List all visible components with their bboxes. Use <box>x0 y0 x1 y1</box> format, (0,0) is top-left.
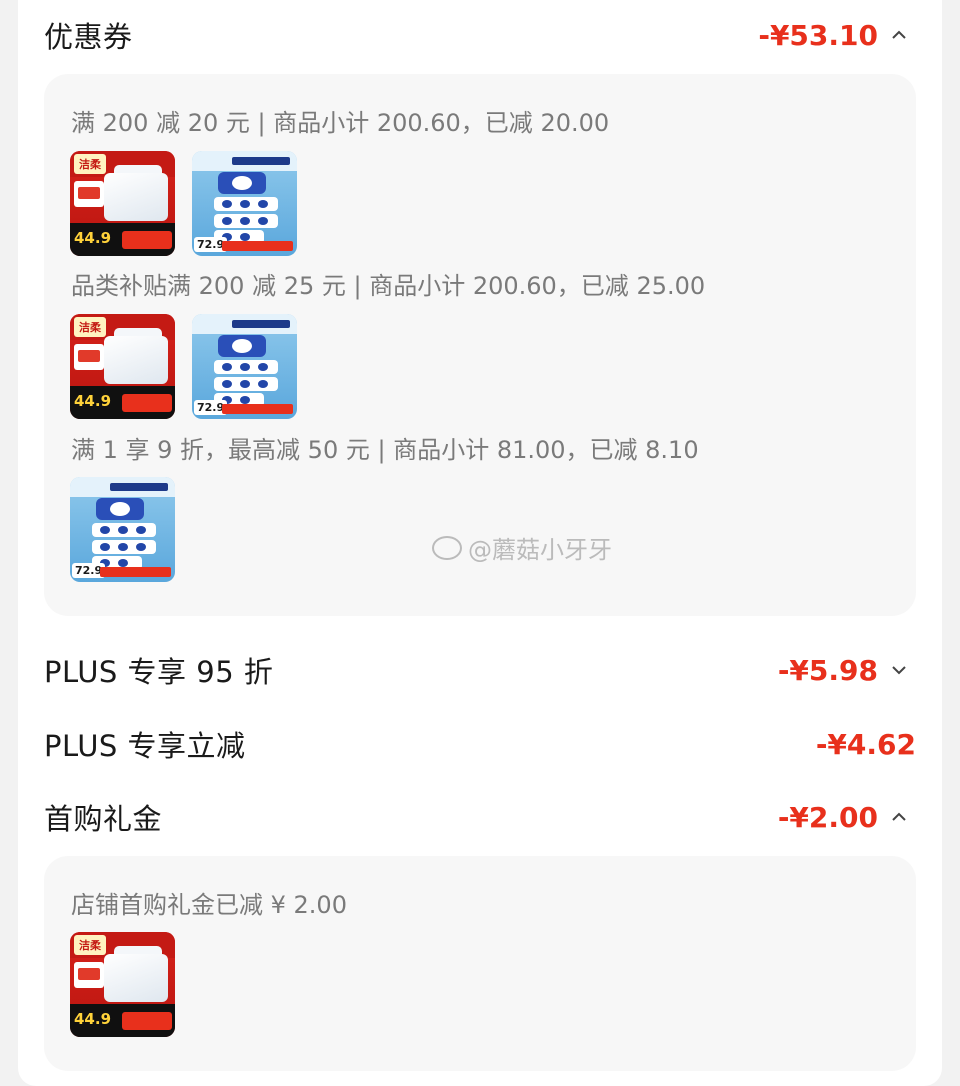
chevron-down-icon[interactable] <box>882 656 916 684</box>
coupon-rule-text: 品类补贴满 200 减 25 元 | 商品小计 200.60，已减 25.00 <box>71 272 706 300</box>
coupon-amount: -¥53.10 <box>758 18 878 52</box>
product-thumbnail[interactable]: 72.9 <box>192 151 297 256</box>
coupon-rule-products: 洁柔 44.9 72.9 <box>70 151 297 256</box>
first-purchase-amount: -¥2.00 <box>777 800 878 834</box>
plus-discount-row[interactable]: PLUS 专享 95 折 -¥5.98 <box>44 640 916 700</box>
chevron-up-icon[interactable] <box>882 803 916 831</box>
coupon-rule-text: 满 1 享 9 折，最高减 50 元 | 商品小计 81.00，已减 8.10 <box>71 436 699 464</box>
product-thumbnail[interactable]: 洁柔 44.9 <box>70 151 175 256</box>
first-purchase-products: 洁柔 44.9 <box>70 932 175 1037</box>
product-thumbnail[interactable]: 72.9 <box>70 477 175 582</box>
plus-discount-amount: -¥5.98 <box>777 653 878 687</box>
coupon-row[interactable]: 优惠券 -¥53.10 <box>44 5 916 65</box>
watermark-text: @蘑菇小牙牙 <box>468 536 612 564</box>
discount-card: 优惠券 -¥53.10 满 200 减 20 元 | 商品小计 200.60，已… <box>18 0 942 1086</box>
first-purchase-row[interactable]: 首购礼金 -¥2.00 <box>44 787 916 847</box>
product-thumbnail[interactable]: 洁柔 44.9 <box>70 314 175 419</box>
plus-instant-row: PLUS 专享立减 -¥4.62 <box>44 714 916 774</box>
product-thumbnail[interactable]: 洁柔 44.9 <box>70 932 175 1037</box>
product-thumbnail[interactable]: 72.9 <box>192 314 297 419</box>
coupon-label: 优惠券 <box>44 20 133 54</box>
plus-instant-amount: -¥4.62 <box>815 727 916 761</box>
coupon-rule-products: 72.9 <box>70 477 175 582</box>
plus-discount-label: PLUS 专享 95 折 <box>44 655 274 689</box>
first-purchase-label: 首购礼金 <box>44 802 163 836</box>
coupon-rule-text: 满 200 减 20 元 | 商品小计 200.60，已减 20.00 <box>71 109 610 137</box>
first-purchase-rule-text: 店铺首购礼金已减 ¥ 2.00 <box>71 891 347 919</box>
plus-instant-label: PLUS 专享立减 <box>44 729 246 763</box>
coupon-rule-products: 洁柔 44.9 72.9 <box>70 314 297 419</box>
watermark: @蘑菇小牙牙 <box>432 530 612 565</box>
first-purchase-detail-panel: 店铺首购礼金已减 ¥ 2.00 洁柔 44.9 <box>44 856 916 1071</box>
chevron-up-icon[interactable] <box>882 21 916 49</box>
weibo-icon <box>432 535 462 560</box>
